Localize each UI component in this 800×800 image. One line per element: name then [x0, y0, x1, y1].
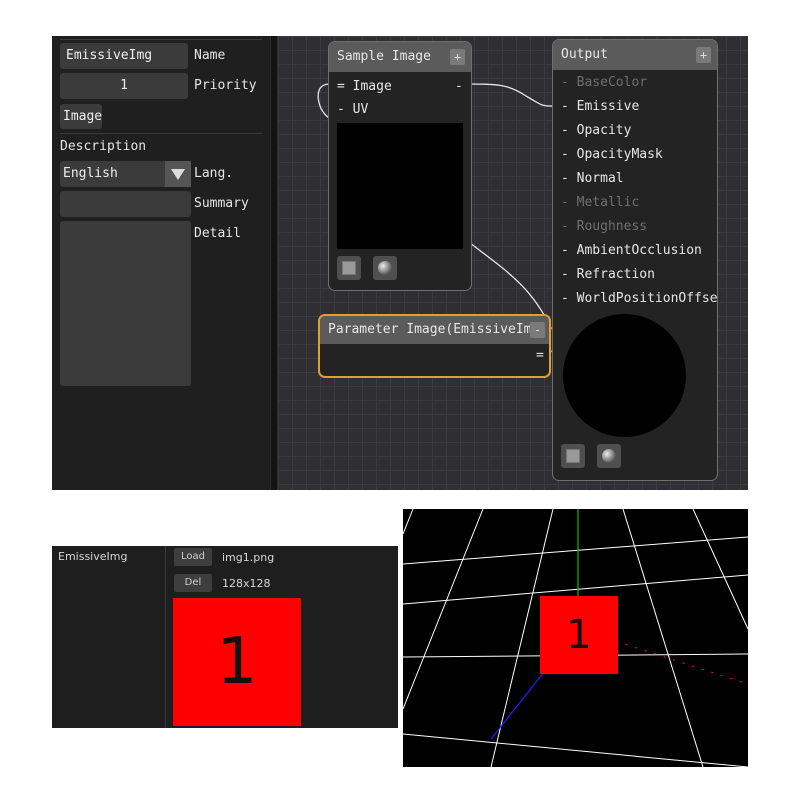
refraction-pin[interactable]: - Refraction	[561, 265, 655, 285]
delete-button[interactable]: Del	[174, 574, 212, 592]
sample-image-node[interactable]: Sample Image + = Image - UV -	[328, 41, 472, 291]
output-add-button[interactable]: +	[696, 47, 711, 63]
description-label: Description	[60, 139, 147, 154]
priority-label: Priority	[194, 78, 257, 93]
language-label: Lang.	[194, 166, 234, 181]
textured-cube: 1	[540, 596, 618, 674]
parameter-image-node-header[interactable]: Parameter Image(EmissiveImg) -	[320, 316, 549, 344]
material-parameter-panel: EmissiveImg Load img1.png Del 128x128 1	[52, 546, 398, 728]
sample-image-add-button[interactable]: +	[450, 49, 465, 65]
parameter-image-node-title: Parameter Image(EmissiveImg)	[328, 322, 548, 337]
sphere-preview-icon[interactable]	[597, 444, 621, 468]
node-graph-canvas[interactable]: Sample Image + = Image - UV - Parameter …	[278, 36, 748, 490]
parameter-name-label: EmissiveImg	[58, 550, 128, 563]
name-input[interactable]: EmissiveImg	[60, 43, 188, 69]
flat-preview-icon[interactable]	[561, 444, 585, 468]
flat-preview-icon[interactable]	[337, 256, 361, 280]
sample-image-node-header[interactable]: Sample Image +	[329, 42, 471, 72]
sample-image-output-pin[interactable]: -	[455, 77, 463, 97]
opacity-pin[interactable]: - Opacity	[561, 121, 631, 141]
ambientocclusion-pin[interactable]: - AmbientOcclusion	[561, 241, 702, 261]
file-name: img1.png	[222, 551, 275, 564]
3d-viewport[interactable]: 1	[403, 509, 748, 767]
uv-input-pin[interactable]: - UV	[337, 100, 368, 120]
sample-image-preview	[337, 123, 463, 249]
roughness-pin[interactable]: - Roughness	[561, 217, 647, 237]
summary-label: Summary	[194, 196, 249, 211]
opacitymask-pin[interactable]: - OpacityMask	[561, 145, 663, 165]
detail-label: Detail	[194, 226, 241, 241]
priority-input[interactable]: 1	[60, 73, 188, 99]
parameter-collapse-button[interactable]: -	[530, 322, 545, 338]
texture-preview: 1	[173, 598, 301, 726]
sphere-preview-icon[interactable]	[373, 256, 397, 280]
material-editor-panel: EmissiveImg Name 1 Priority Image Descri…	[52, 36, 748, 490]
output-node-title: Output	[561, 47, 608, 62]
panel-splitter[interactable]	[270, 36, 278, 490]
load-button[interactable]: Load	[174, 548, 212, 566]
basecolor-pin[interactable]: - BaseColor	[561, 73, 647, 93]
detail-textarea[interactable]	[60, 221, 191, 386]
file-size: 128x128	[222, 577, 271, 590]
column-divider	[165, 546, 166, 728]
parameter-image-node[interactable]: Parameter Image(EmissiveImg) - =	[318, 314, 551, 378]
emissive-pin[interactable]: - Emissive	[561, 97, 639, 117]
normal-pin[interactable]: - Normal	[561, 169, 624, 189]
name-label: Name	[194, 48, 226, 63]
metallic-pin[interactable]: - Metallic	[561, 193, 639, 213]
output-node[interactable]: Output + - BaseColor - Emissive - Opacit…	[552, 39, 718, 481]
output-node-header[interactable]: Output +	[553, 40, 717, 70]
image-type-button[interactable]: Image	[60, 104, 102, 129]
image-input-pin[interactable]: = Image	[337, 77, 392, 97]
output-sphere-preview	[563, 314, 686, 437]
divider	[60, 39, 262, 40]
parameter-output-pin[interactable]: =	[536, 346, 544, 366]
properties-panel: EmissiveImg Name 1 Priority Image Descri…	[52, 36, 270, 490]
language-value: English	[63, 166, 118, 181]
language-select[interactable]: English	[60, 161, 191, 187]
worldpositionoffset-pin[interactable]: - WorldPositionOffset	[561, 289, 717, 309]
sample-image-node-title: Sample Image	[337, 49, 431, 64]
dropdown-triangle-icon[interactable]	[165, 161, 191, 187]
summary-input[interactable]	[60, 191, 191, 217]
